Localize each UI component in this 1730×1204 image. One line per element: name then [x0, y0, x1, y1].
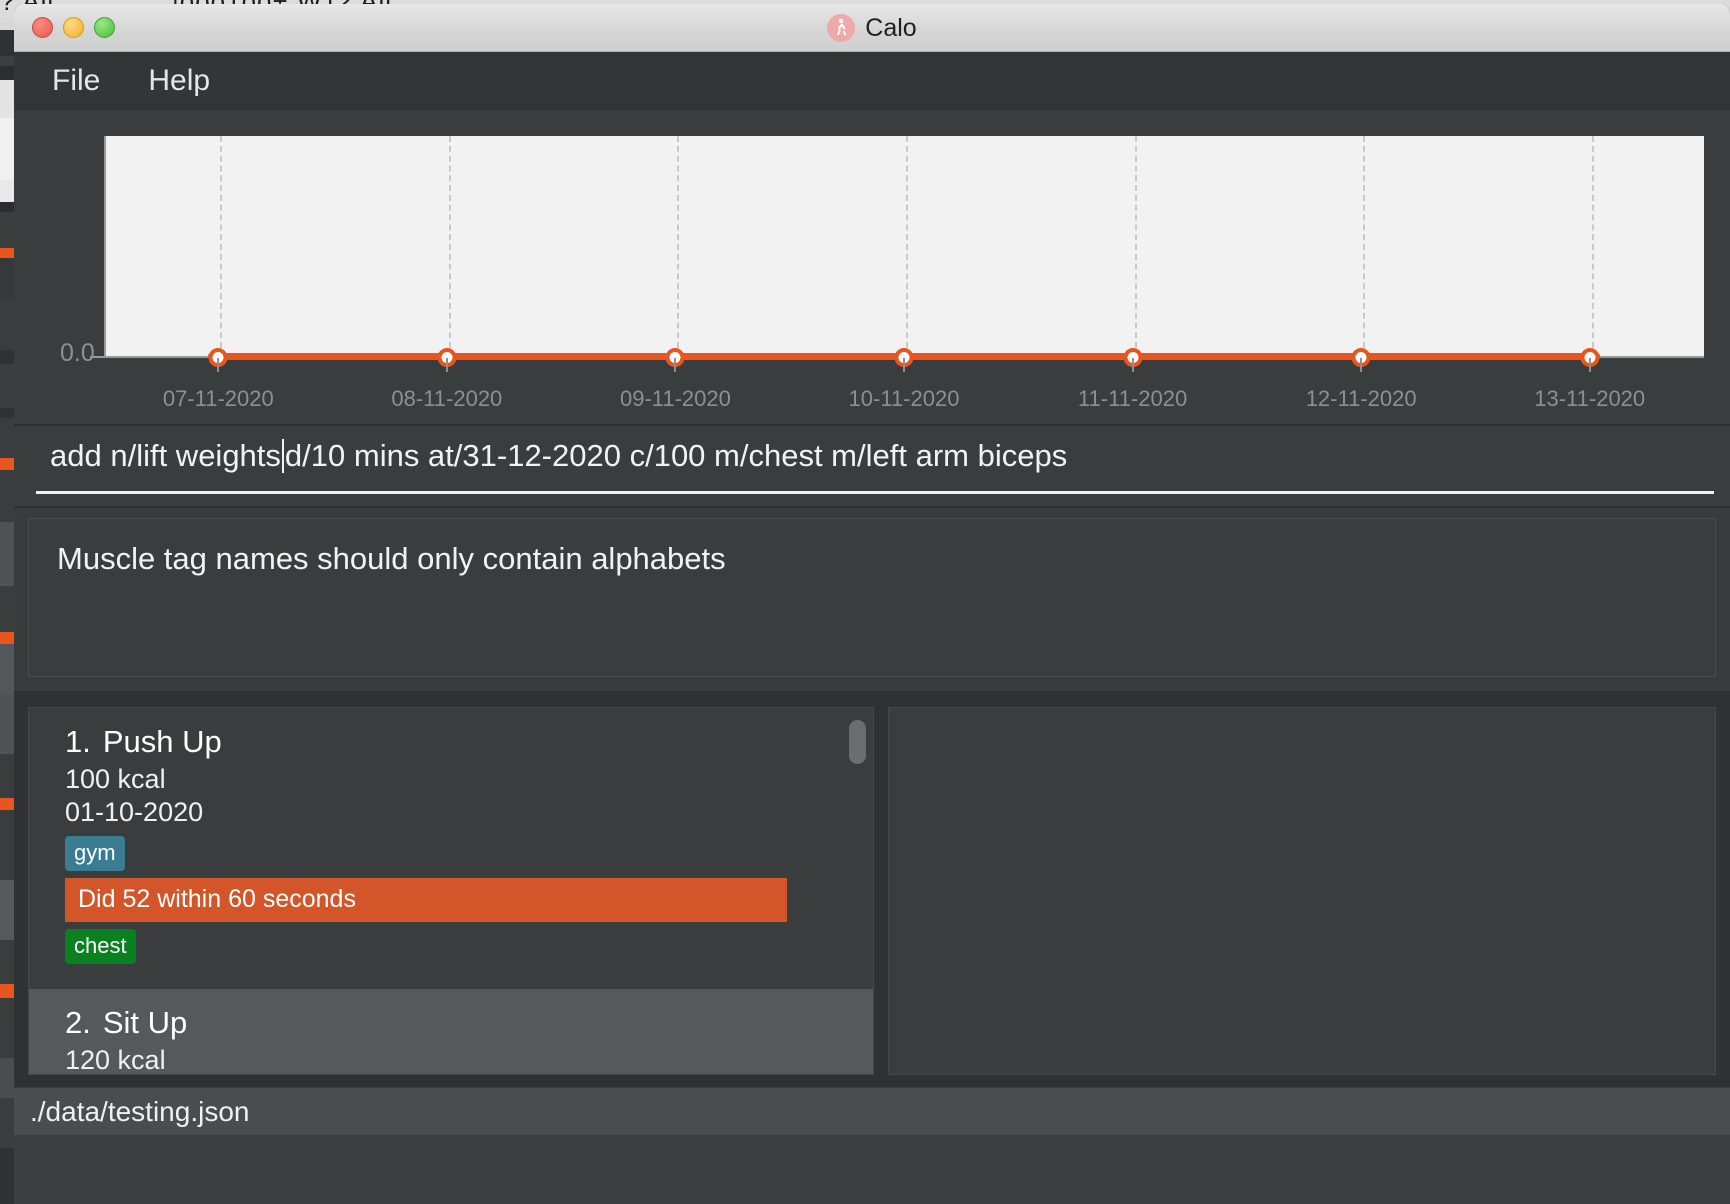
exercise-list-item[interactable]: 1. Push Up 100 kcal 01-10-2020 gym Did 52 wit… — [29, 708, 873, 989]
background-window-strip — [0, 586, 14, 632]
chart-gridline — [1591, 136, 1594, 358]
exercise-date: 01-10-2020 — [65, 797, 204, 827]
status-file-path: ./data/testing.json — [30, 1095, 250, 1127]
command-input-underline — [36, 491, 1714, 494]
background-window-strip — [0, 880, 14, 940]
chart-x-tick-label: 08-11-2020 — [391, 386, 503, 411]
menu-file[interactable]: File — [52, 64, 100, 98]
chart-gridline — [220, 136, 223, 358]
background-window-strip — [0, 66, 14, 80]
background-window-strip — [0, 984, 14, 998]
background-window-strip — [0, 30, 14, 56]
background-window-strip — [0, 118, 14, 180]
chart-x-tick — [217, 358, 220, 372]
background-window-strip — [0, 632, 14, 644]
chart-gridline — [677, 136, 680, 358]
background-window-strip — [0, 1058, 14, 1098]
lists-panel: 1. Push Up 100 kcal 01-10-2020 gym Did 52 wit… — [14, 693, 1730, 1087]
result-box[interactable]: Muscle tag names should only contain alp… — [28, 518, 1716, 677]
chart-x-tick — [1588, 358, 1591, 372]
calorie-chart-panel[interactable]: 0.0 07-11-2020 08-11-2020 09-11-2020 10-11-… — [14, 110, 1730, 426]
detail-panel[interactable] — [888, 707, 1716, 1075]
chart-plot-area — [104, 136, 1704, 358]
chart-x-tick-label: 11-11-2020 — [1077, 386, 1188, 411]
background-window-left[interactable] — [0, 18, 14, 1204]
chart-x-tick — [445, 358, 448, 372]
background-window-strip — [0, 798, 14, 810]
background-window-strip — [0, 364, 14, 408]
exercise-index: 1. — [65, 724, 91, 759]
command-text-after-caret: d/10 mins at/31-12-2020 c/100 m/chest m/… — [284, 438, 1068, 473]
background-window-strip — [0, 1098, 14, 1148]
menu-help[interactable]: Help — [148, 64, 210, 98]
chart-x-tick-label: 13-11-2020 — [1534, 386, 1646, 411]
background-window-strip — [0, 212, 14, 248]
exercise-list-scrollbar[interactable] — [849, 720, 866, 764]
chart-x-tick-label: 10-11-2020 — [848, 386, 960, 411]
text-caret — [281, 439, 284, 473]
chart-y-tick-label: 0.0 — [60, 339, 95, 367]
background-window-strip — [0, 644, 14, 694]
exercise-note: Did 52 within 60 seconds — [65, 878, 787, 922]
exercise-list: 1. Push Up 100 kcal 01-10-2020 gym Did 52 wit… — [29, 708, 873, 1075]
background-window-strip — [0, 18, 14, 30]
background-window-strip — [0, 202, 14, 212]
menu-bar: File Help — [14, 52, 1730, 110]
exercise-list-panel[interactable]: 1. Push Up 100 kcal 01-10-2020 gym Did 52 wit… — [28, 707, 874, 1075]
background-window-strip — [0, 940, 14, 984]
background-window-strip — [0, 694, 14, 754]
background-window-strip — [0, 300, 14, 350]
command-input-panel[interactable]: add n/lift weights d/10 mins at/31-12-20… — [14, 426, 1730, 508]
exercise-name: Sit Up — [102, 1005, 188, 1040]
exercise-muscle-tag[interactable]: chest — [65, 929, 136, 964]
chart-gridline — [448, 136, 451, 358]
background-window-strip — [0, 56, 14, 66]
result-message: Muscle tag names should only contain alp… — [57, 541, 726, 576]
background-window-strip — [0, 458, 14, 470]
chart-x-tick — [903, 358, 905, 372]
command-input[interactable]: add n/lift weights d/10 mins at/31-12-20… — [50, 438, 1712, 474]
command-text-before-caret: add n/lift weights — [50, 438, 281, 473]
window-title: Calo — [865, 13, 917, 42]
background-window-strip — [0, 248, 14, 258]
exercise-title: 2. Sit Up — [65, 1005, 837, 1041]
chart-x-tick — [674, 358, 677, 372]
background-window-strip — [0, 754, 14, 798]
window-title-group: Calo — [14, 4, 1730, 52]
chart-x-tick-label: 07-11-2020 — [162, 386, 274, 411]
background-window-strip — [0, 350, 14, 364]
background-window-strip — [0, 470, 14, 522]
chart-gridline — [1363, 136, 1366, 358]
panel-divider[interactable] — [874, 707, 888, 1075]
background-window-strip — [0, 810, 14, 880]
window-titlebar: Calo — [14, 4, 1730, 52]
runner-icon — [827, 14, 856, 42]
exercise-list-item[interactable]: 2.Sit Up120 kcal01-10-2020 — [29, 989, 873, 1075]
exercise-title: 1. Push Up — [65, 724, 837, 760]
background-window-strip — [0, 1148, 14, 1204]
background-window-strip — [0, 258, 14, 300]
calo-app-window: Calo File Help 0.0 07-11-2020 08-11-2020 0… — [14, 4, 1730, 1204]
background-window-strip — [0, 180, 14, 202]
result-display-panel: Muscle tag names should only contain alp… — [14, 508, 1730, 693]
chart-gridline — [1134, 136, 1137, 358]
exercise-calories: 100 kcal — [65, 764, 166, 794]
chart-x-tick-label: 12-11-2020 — [1305, 386, 1417, 411]
chart-gridline — [906, 136, 908, 358]
chart-x-tick — [1360, 358, 1363, 372]
background-window-strip — [0, 418, 14, 458]
exercise-location-tag[interactable]: gym — [65, 836, 125, 871]
exercise-name: Push Up — [102, 724, 222, 759]
chart-x-tick — [1131, 358, 1134, 372]
background-window-strip — [0, 998, 14, 1058]
background-window-strip — [0, 80, 14, 118]
exercise-calories: 120 kcal — [65, 1045, 166, 1075]
chart-x-tick-label: 09-11-2020 — [619, 386, 731, 411]
background-window-strip — [0, 408, 14, 418]
status-bar: ./data/testing.json — [14, 1087, 1730, 1135]
background-window-strip — [0, 522, 14, 586]
exercise-index: 2. — [65, 1005, 91, 1040]
